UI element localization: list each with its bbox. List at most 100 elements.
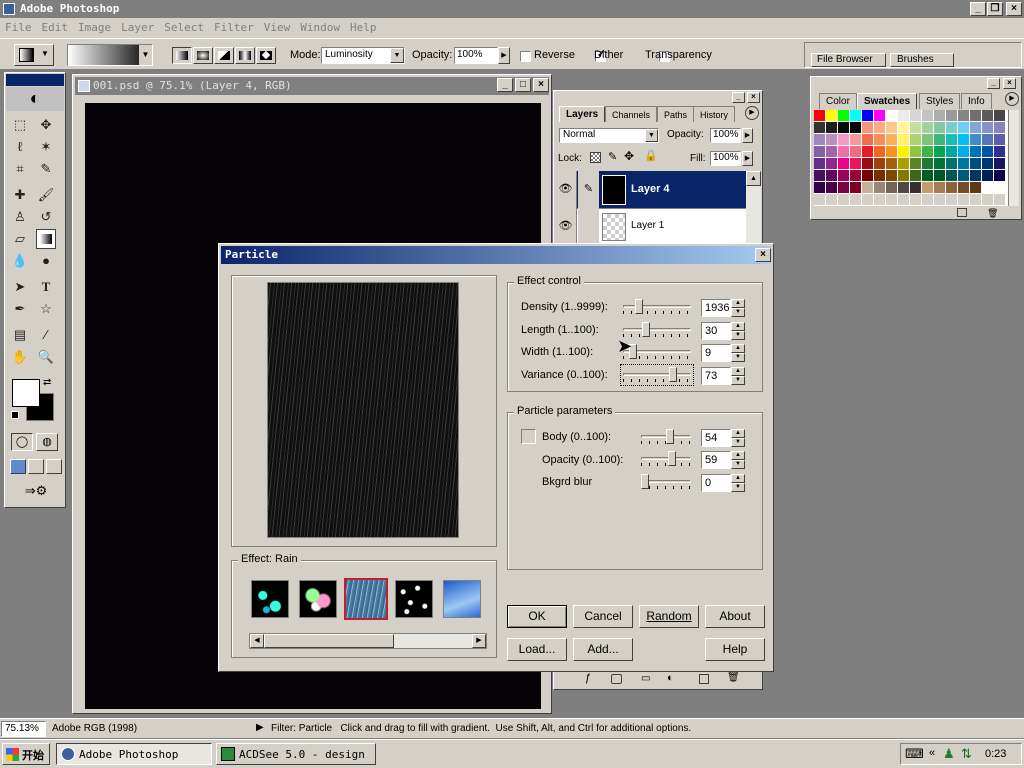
slice-tool-icon[interactable]: ✎ [36, 159, 56, 179]
swatch[interactable] [946, 170, 957, 181]
swatch[interactable] [850, 110, 861, 121]
swatch[interactable] [874, 110, 885, 121]
swatch[interactable] [838, 194, 849, 205]
opacity-field[interactable]: 100% [454, 47, 498, 64]
swatch[interactable] [826, 170, 837, 181]
swatch[interactable] [994, 122, 1005, 133]
layers-close-button[interactable]: × [747, 92, 760, 103]
swatch[interactable] [982, 170, 993, 181]
visibility-eye-icon[interactable]: 👁 [555, 171, 577, 209]
menu-help[interactable]: Help [345, 18, 382, 34]
tab-color[interactable]: Color [819, 93, 857, 109]
swatch[interactable] [994, 146, 1005, 157]
tab-history[interactable]: History [693, 106, 736, 122]
opacity-param-spinbox[interactable]: 59 ▲ ▼ [701, 451, 745, 469]
swatch[interactable] [922, 110, 933, 121]
swatch[interactable] [910, 110, 921, 121]
opacity-slider-arrow[interactable]: ▶ [498, 47, 510, 64]
help-button[interactable]: Help [705, 638, 765, 661]
swatch[interactable] [886, 122, 897, 133]
swatch[interactable] [982, 146, 993, 157]
lock-move-icon[interactable]: ✥ [624, 149, 634, 163]
swatch[interactable] [886, 158, 897, 169]
tab-paths[interactable]: Paths [657, 106, 695, 122]
type-tool-icon[interactable]: T [36, 277, 56, 297]
eyedropper-icon[interactable]: ⁄ [36, 325, 56, 345]
swatch[interactable] [994, 170, 1005, 181]
swatch[interactable] [814, 122, 825, 133]
width-spinbox[interactable]: 9 ▲ ▼ [701, 344, 745, 362]
swatch[interactable] [946, 182, 957, 193]
swatch[interactable] [946, 194, 957, 205]
scroll-left-icon[interactable]: ◀ [250, 634, 264, 648]
swatch[interactable] [850, 170, 861, 181]
swatch[interactable] [850, 122, 861, 133]
layer-opacity-arrow[interactable]: ▶ [742, 128, 753, 143]
swatch[interactable] [910, 182, 921, 193]
reverse-checkbox[interactable] [520, 50, 531, 62]
menu-filter[interactable]: Filter [209, 18, 259, 34]
swatch[interactable] [982, 122, 993, 133]
swatch[interactable] [850, 158, 861, 169]
swatch[interactable] [958, 122, 969, 133]
keyboard-icon[interactable]: ⌨ [905, 746, 924, 762]
swatch[interactable] [838, 182, 849, 193]
standard-mode-icon[interactable]: ◯ [11, 433, 33, 451]
default-colors-icon[interactable] [11, 411, 19, 419]
swatch[interactable] [814, 194, 825, 205]
foreground-color-swatch[interactable] [12, 379, 40, 407]
swatch[interactable] [982, 194, 993, 205]
swatch[interactable] [958, 110, 969, 121]
bkgrd-blur-slider[interactable] [641, 474, 691, 490]
swatch[interactable] [874, 182, 885, 193]
delete-swatch-icon[interactable]: 🗑 [987, 208, 998, 219]
swatch[interactable] [970, 170, 981, 181]
shape-tool-icon[interactable]: ☆ [36, 299, 56, 319]
minimize-button[interactable]: _ [970, 2, 986, 16]
jump-to-imageready-icon[interactable]: ⇒⚙ [13, 483, 59, 503]
dodge-tool-icon[interactable]: ● [36, 251, 56, 271]
variance-spinbox[interactable]: 73 ▲ ▼ [701, 367, 745, 385]
swatch[interactable] [970, 110, 981, 121]
adjustment-layer-icon[interactable]: ◐ [667, 672, 674, 684]
brush-tool-icon[interactable]: 🖌 [36, 185, 56, 205]
swatch[interactable] [970, 134, 981, 145]
layers-minimize-button[interactable]: _ [732, 92, 745, 103]
swatch[interactable] [850, 194, 861, 205]
menu-image[interactable]: Image [73, 18, 116, 34]
swatch[interactable] [838, 158, 849, 169]
swatch[interactable] [826, 122, 837, 133]
move-tool-icon[interactable]: ✥ [36, 115, 56, 135]
swatch[interactable] [934, 158, 945, 169]
swatch[interactable] [838, 122, 849, 133]
swatch[interactable] [994, 134, 1005, 145]
swatch[interactable] [838, 110, 849, 121]
adobe-online-icon[interactable]: ◐ [6, 87, 64, 111]
history-brush-icon[interactable]: ↺ [36, 207, 56, 227]
swatch[interactable] [886, 194, 897, 205]
swatch[interactable] [886, 170, 897, 181]
sky-effect-thumbnail[interactable] [443, 580, 481, 618]
swatch[interactable] [814, 170, 825, 181]
layer-mask-icon[interactable] [611, 674, 622, 684]
swatch[interactable] [946, 134, 957, 145]
path-selection-icon[interactable]: ➤ [10, 277, 30, 297]
start-button[interactable]: 开始 [2, 743, 50, 765]
swatch[interactable] [838, 146, 849, 157]
swatch[interactable] [970, 194, 981, 205]
fill-arrow[interactable]: ▶ [742, 151, 753, 166]
add-button[interactable]: Add... [573, 638, 633, 661]
swatch[interactable] [958, 158, 969, 169]
marquee-tool-icon[interactable]: ⬚ [10, 115, 30, 135]
bkgrd-blur-spinbox[interactable]: 0 ▲ ▼ [701, 474, 745, 492]
swatch[interactable] [970, 158, 981, 169]
restore-button[interactable]: ❐ [987, 2, 1003, 16]
file-browser-tab[interactable]: File Browser [811, 53, 886, 67]
magic-wand-icon[interactable]: ✶ [36, 137, 56, 157]
swatches-menu-icon[interactable]: ▶ [1005, 92, 1019, 106]
swatch[interactable] [958, 170, 969, 181]
length-spinbox[interactable]: 30 ▲ ▼ [701, 322, 745, 340]
lasso-tool-icon[interactable]: ℓ [10, 137, 30, 157]
swatch[interactable] [826, 146, 837, 157]
users-icon[interactable]: ♟ [943, 746, 955, 762]
